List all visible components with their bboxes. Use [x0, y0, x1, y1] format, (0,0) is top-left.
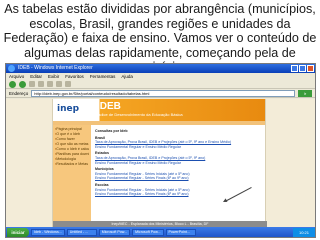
back-icon[interactable] — [9, 80, 16, 88]
site-banner: inep IDEB Índice de Desenvolvimento da E… — [53, 99, 265, 121]
taskbar-item-powerpoint-1[interactable]: Microsoft Pow... — [98, 228, 131, 236]
minimize-button[interactable] — [291, 65, 298, 72]
menu-item-ferramentas[interactable]: Ferramentas — [90, 73, 116, 80]
link-municipios-2[interactable]: Ensino Fundamental Regular - Séries Fina… — [95, 176, 261, 181]
refresh-icon[interactable] — [38, 81, 44, 87]
link-estados-2[interactable]: Ensino Fundamental Regular e Ensino Médi… — [95, 161, 261, 166]
address-label: Endereço — [9, 90, 29, 96]
search-icon[interactable] — [56, 81, 62, 87]
address-bar: Endereço http://ideb.inep.gov.br/Site/po… — [6, 89, 315, 98]
window-title: IDEB - Windows Internet Explorer — [18, 65, 93, 71]
taskbar-item-powerpoint-3[interactable]: PowerPoint... — [165, 228, 196, 236]
ideb-title: IDEB — [97, 101, 121, 112]
ideb-subtitle: Índice de Desenvolvimento da Educação Bá… — [97, 112, 183, 117]
browser-viewport: inep IDEB Índice de Desenvolvimento da E… — [6, 99, 315, 227]
menu-item-arquivo[interactable]: Arquivo — [9, 73, 24, 80]
menu-item-ajuda[interactable]: Ajuda — [121, 73, 133, 80]
left-navigation: Página principal O que é o Ideb Como faz… — [53, 125, 91, 221]
link-brasil-2[interactable]: Ensino Fundamental Regular e Ensino Médi… — [95, 145, 261, 150]
address-input[interactable]: http://ideb.inep.gov.br/Site/portal/cont… — [31, 89, 295, 97]
taskbar-item-ideb[interactable]: Ideb - Windows... — [31, 228, 65, 236]
window-titlebar: IDEB - Windows Internet Explorer — [6, 64, 315, 73]
taskbar-clock: 10:21 — [293, 227, 315, 237]
inep-logo[interactable]: inep — [53, 99, 93, 121]
menu-item-favoritos[interactable]: Favoritos — [65, 73, 84, 80]
go-button[interactable]: Ir — [298, 89, 312, 97]
ideb-page: inep IDEB Índice de Desenvolvimento da E… — [52, 99, 267, 227]
start-button[interactable]: iniciar — [7, 227, 29, 237]
nav-item-results[interactable]: Resultados e Metas do Ideb — [55, 162, 89, 167]
home-icon[interactable] — [47, 81, 53, 87]
stop-icon[interactable] — [29, 81, 35, 87]
forward-icon[interactable] — [19, 80, 26, 88]
toolbar — [6, 80, 315, 89]
main-content: Consultas por Ideb Brasil Taxa de Aprova… — [91, 125, 265, 221]
maximize-button[interactable] — [299, 65, 306, 72]
windows-taskbar: iniciar Ideb - Windows... Untitled - ...… — [6, 227, 315, 237]
menu-item-editar[interactable]: Editar — [30, 73, 42, 80]
taskbar-item-powerpoint-2[interactable]: Microsoft Pow... — [132, 228, 164, 236]
favorites-icon[interactable] — [65, 81, 71, 87]
browser-screenshot: IDEB - Windows Internet Explorer Arquivo… — [5, 63, 316, 238]
main-heading: Consultas por Ideb — [95, 129, 128, 133]
taskbar-item-untitled[interactable]: Untitled - ... — [66, 228, 97, 236]
internet-explorer-icon — [8, 65, 15, 72]
close-button[interactable] — [307, 65, 314, 72]
menu-item-exibir[interactable]: Exibir — [48, 73, 59, 80]
menu-bar: Arquivo Editar Exibir Favoritos Ferramen… — [6, 73, 315, 80]
